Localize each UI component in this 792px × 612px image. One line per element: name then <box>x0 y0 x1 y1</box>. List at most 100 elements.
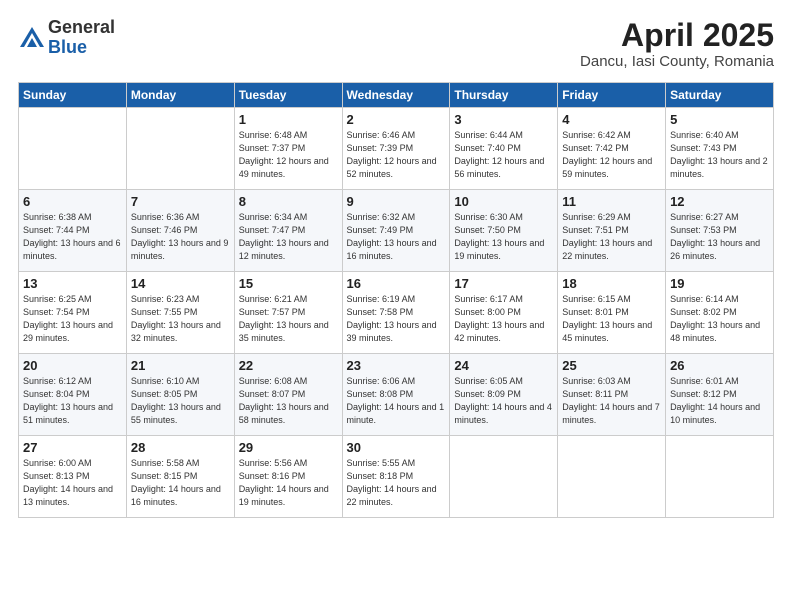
calendar-cell: 21 Sunrise: 6:10 AM Sunset: 8:05 PM Dayli… <box>126 354 234 436</box>
calendar-week-row: 13 Sunrise: 6:25 AM Sunset: 7:54 PM Dayli… <box>19 272 774 354</box>
calendar-cell: 6 Sunrise: 6:38 AM Sunset: 7:44 PM Daylig… <box>19 190 127 272</box>
calendar-cell <box>666 436 774 518</box>
day-number: 28 <box>131 440 230 455</box>
calendar-cell: 20Sunrise: 6:12 AM Sunset: 8:04 PM Dayli… <box>19 354 127 436</box>
calendar-subtitle: Dancu, Iasi County, Romania <box>580 53 774 70</box>
cell-info: Sunrise: 5:56 AM Sunset: 8:16 PM Dayligh… <box>239 457 338 509</box>
cell-info: Sunrise: 6:19 AM Sunset: 7:58 PM Dayligh… <box>347 293 446 345</box>
cell-info: Sunrise: 6:21 AM Sunset: 7:57 PM Dayligh… <box>239 293 338 345</box>
cell-info: Sunrise: 6:23 AM Sunset: 7:55 PM Dayligh… <box>131 293 230 345</box>
day-number: 9 <box>347 194 446 209</box>
cell-info: Sunrise: 6:44 AM Sunset: 7:40 PM Dayligh… <box>454 129 553 181</box>
day-number: 1 <box>239 112 338 127</box>
calendar-cell: 12Sunrise: 6:27 AM Sunset: 7:53 PM Dayli… <box>666 190 774 272</box>
day-number: 7 <box>131 194 230 209</box>
calendar-cell: 11 Sunrise: 6:29 AM Sunset: 7:51 PM Dayli… <box>558 190 666 272</box>
calendar-cell: 23Sunrise: 6:06 AM Sunset: 8:08 PM Dayli… <box>342 354 450 436</box>
day-number: 14 <box>131 276 230 291</box>
calendar-cell <box>558 436 666 518</box>
calendar-cell <box>450 436 558 518</box>
calendar-cell: 14 Sunrise: 6:23 AM Sunset: 7:55 PM Dayli… <box>126 272 234 354</box>
logo-blue: Blue <box>48 38 115 58</box>
cell-info: Sunrise: 6:05 AM Sunset: 8:09 PM Dayligh… <box>454 375 553 427</box>
cell-info: Sunrise: 6:40 AM Sunset: 7:43 PM Dayligh… <box>670 129 769 181</box>
cell-info: Sunrise: 6:38 AM Sunset: 7:44 PM Dayligh… <box>23 211 122 263</box>
day-number: 13 <box>23 276 122 291</box>
calendar-cell: 26 Sunrise: 6:01 AM Sunset: 8:12 PM Dayli… <box>666 354 774 436</box>
day-number: 3 <box>454 112 553 127</box>
calendar-cell: 19Sunrise: 6:14 AM Sunset: 8:02 PM Dayli… <box>666 272 774 354</box>
calendar-cell: 8Sunrise: 6:34 AM Sunset: 7:47 PM Daylig… <box>234 190 342 272</box>
calendar-cell: 22Sunrise: 6:08 AM Sunset: 8:07 PM Dayli… <box>234 354 342 436</box>
day-number: 20 <box>23 358 122 373</box>
day-number: 16 <box>347 276 446 291</box>
cell-info: Sunrise: 6:00 AM Sunset: 8:13 PM Dayligh… <box>23 457 122 509</box>
cell-info: Sunrise: 6:29 AM Sunset: 7:51 PM Dayligh… <box>562 211 661 263</box>
day-number: 12 <box>670 194 769 209</box>
cell-info: Sunrise: 6:25 AM Sunset: 7:54 PM Dayligh… <box>23 293 122 345</box>
calendar-cell: 7Sunrise: 6:36 AM Sunset: 7:46 PM Daylig… <box>126 190 234 272</box>
day-number: 24 <box>454 358 553 373</box>
calendar-cell: 15Sunrise: 6:21 AM Sunset: 7:57 PM Dayli… <box>234 272 342 354</box>
weekday-header-tuesday: Tuesday <box>234 83 342 108</box>
day-number: 21 <box>131 358 230 373</box>
day-number: 22 <box>239 358 338 373</box>
calendar-week-row: 20Sunrise: 6:12 AM Sunset: 8:04 PM Dayli… <box>19 354 774 436</box>
cell-info: Sunrise: 6:42 AM Sunset: 7:42 PM Dayligh… <box>562 129 661 181</box>
day-number: 27 <box>23 440 122 455</box>
calendar-page: General Blue April 2025 Dancu, Iasi Coun… <box>0 0 792 612</box>
calendar-cell: 4 Sunrise: 6:42 AM Sunset: 7:42 PM Daylig… <box>558 108 666 190</box>
weekday-header-friday: Friday <box>558 83 666 108</box>
day-number: 4 <box>562 112 661 127</box>
weekday-header-row: SundayMondayTuesdayWednesdayThursdayFrid… <box>19 83 774 108</box>
weekday-header-sunday: Sunday <box>19 83 127 108</box>
cell-info: Sunrise: 6:06 AM Sunset: 8:08 PM Dayligh… <box>347 375 446 427</box>
calendar-cell: 10 Sunrise: 6:30 AM Sunset: 7:50 PM Dayli… <box>450 190 558 272</box>
cell-info: Sunrise: 6:03 AM Sunset: 8:11 PM Dayligh… <box>562 375 661 427</box>
calendar-cell: 16 Sunrise: 6:19 AM Sunset: 7:58 PM Dayli… <box>342 272 450 354</box>
day-number: 17 <box>454 276 553 291</box>
day-number: 19 <box>670 276 769 291</box>
calendar-cell: 3 Sunrise: 6:44 AM Sunset: 7:40 PM Daylig… <box>450 108 558 190</box>
day-number: 25 <box>562 358 661 373</box>
day-number: 26 <box>670 358 769 373</box>
header: General Blue April 2025 Dancu, Iasi Coun… <box>18 18 774 70</box>
cell-info: Sunrise: 6:01 AM Sunset: 8:12 PM Dayligh… <box>670 375 769 427</box>
calendar-week-row: 1 Sunrise: 6:48 AM Sunset: 7:37 PM Daylig… <box>19 108 774 190</box>
day-number: 5 <box>670 112 769 127</box>
calendar-week-row: 6 Sunrise: 6:38 AM Sunset: 7:44 PM Daylig… <box>19 190 774 272</box>
cell-info: Sunrise: 6:30 AM Sunset: 7:50 PM Dayligh… <box>454 211 553 263</box>
calendar-cell: 17Sunrise: 6:17 AM Sunset: 8:00 PM Dayli… <box>450 272 558 354</box>
calendar-cell <box>19 108 127 190</box>
logo: General Blue <box>18 18 115 58</box>
day-number: 18 <box>562 276 661 291</box>
calendar-cell: 2Sunrise: 6:46 AM Sunset: 7:39 PM Daylig… <box>342 108 450 190</box>
calendar-cell: 25 Sunrise: 6:03 AM Sunset: 8:11 PM Dayli… <box>558 354 666 436</box>
title-block: April 2025 Dancu, Iasi County, Romania <box>580 18 774 70</box>
calendar-cell: 5 Sunrise: 6:40 AM Sunset: 7:43 PM Daylig… <box>666 108 774 190</box>
weekday-header-thursday: Thursday <box>450 83 558 108</box>
day-number: 8 <box>239 194 338 209</box>
day-number: 6 <box>23 194 122 209</box>
day-number: 11 <box>562 194 661 209</box>
cell-info: Sunrise: 6:32 AM Sunset: 7:49 PM Dayligh… <box>347 211 446 263</box>
calendar-cell: 13 Sunrise: 6:25 AM Sunset: 7:54 PM Dayli… <box>19 272 127 354</box>
calendar-table: SundayMondayTuesdayWednesdayThursdayFrid… <box>18 82 774 518</box>
logo-general: General <box>48 18 115 38</box>
calendar-cell: 24 Sunrise: 6:05 AM Sunset: 8:09 PM Dayli… <box>450 354 558 436</box>
cell-info: Sunrise: 6:46 AM Sunset: 7:39 PM Dayligh… <box>347 129 446 181</box>
weekday-header-monday: Monday <box>126 83 234 108</box>
calendar-cell: 28 Sunrise: 5:58 AM Sunset: 8:15 PM Dayli… <box>126 436 234 518</box>
calendar-cell: 9 Sunrise: 6:32 AM Sunset: 7:49 PM Daylig… <box>342 190 450 272</box>
calendar-cell <box>126 108 234 190</box>
calendar-cell: 30Sunrise: 5:55 AM Sunset: 8:18 PM Dayli… <box>342 436 450 518</box>
calendar-cell: 27 Sunrise: 6:00 AM Sunset: 8:13 PM Dayli… <box>19 436 127 518</box>
day-number: 10 <box>454 194 553 209</box>
cell-info: Sunrise: 6:48 AM Sunset: 7:37 PM Dayligh… <box>239 129 338 181</box>
calendar-week-row: 27 Sunrise: 6:00 AM Sunset: 8:13 PM Dayli… <box>19 436 774 518</box>
day-number: 29 <box>239 440 338 455</box>
cell-info: Sunrise: 6:10 AM Sunset: 8:05 PM Dayligh… <box>131 375 230 427</box>
cell-info: Sunrise: 5:58 AM Sunset: 8:15 PM Dayligh… <box>131 457 230 509</box>
calendar-title: April 2025 <box>580 18 774 53</box>
calendar-cell: 29 Sunrise: 5:56 AM Sunset: 8:16 PM Dayli… <box>234 436 342 518</box>
